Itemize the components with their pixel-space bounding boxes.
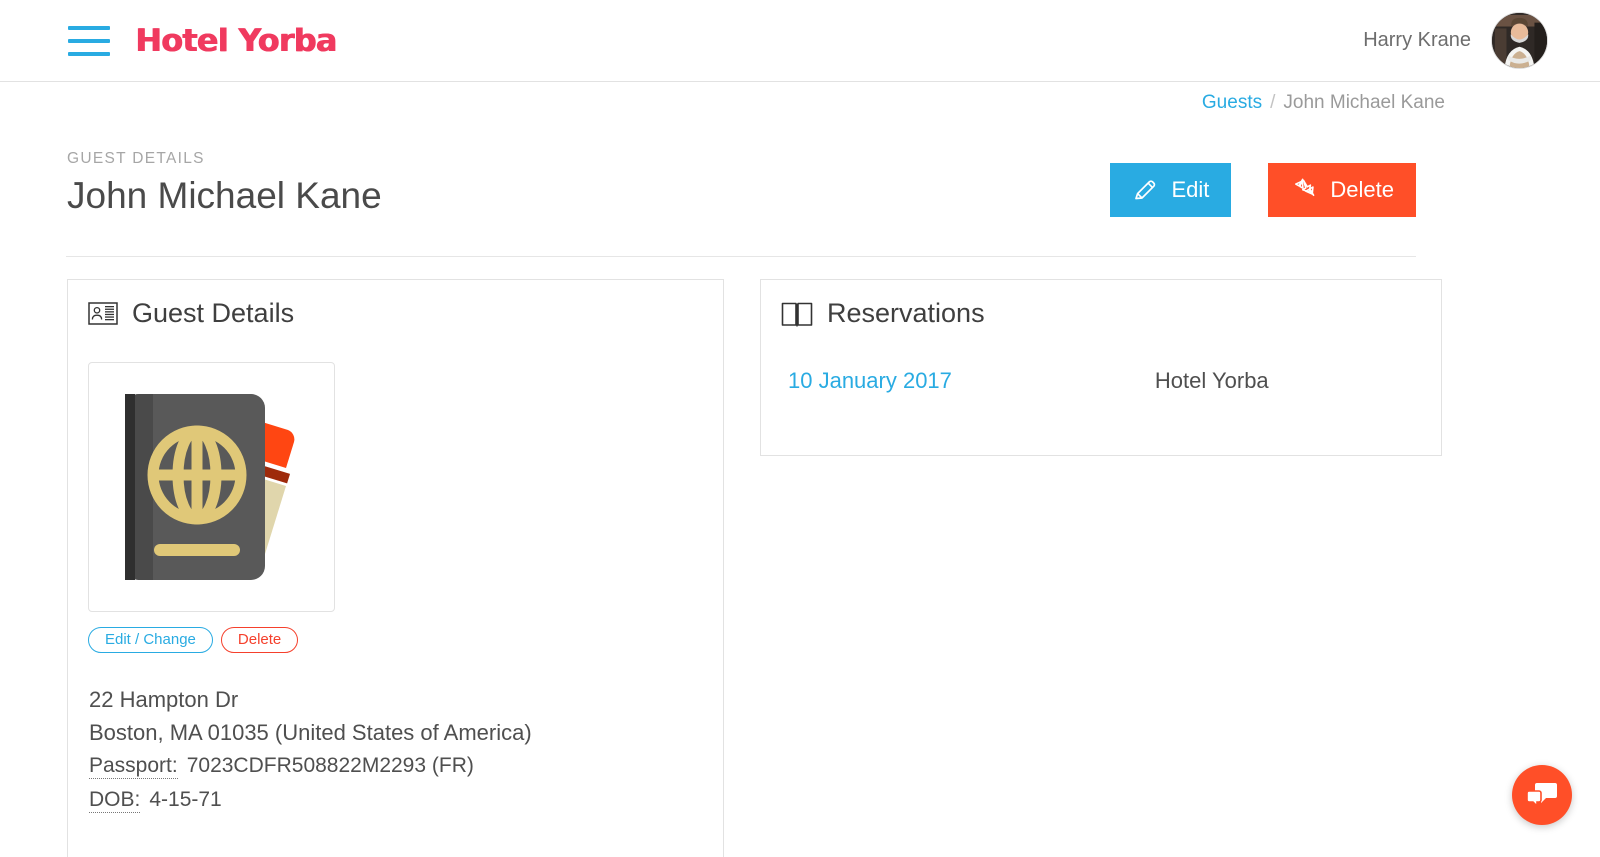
document-image-actions: Edit / Change Delete xyxy=(88,627,299,653)
delete-button[interactable]: Delete xyxy=(1268,163,1416,217)
breadcrumb-separator: / xyxy=(1270,92,1276,113)
guest-passport-value: 7023CDFR508822M2293 (FR) xyxy=(186,754,474,777)
page-root: Hotel Yorba Harry Krane Guests / John Mi… xyxy=(0,0,1600,857)
id-card-icon xyxy=(88,302,118,325)
guest-info-block: 22 Hampton Dr Boston, MA 01035 (United S… xyxy=(89,683,532,817)
edit-button[interactable]: Edit xyxy=(1110,163,1232,217)
page-header-actions: Edit Delete xyxy=(1110,163,1416,217)
reservation-date-link[interactable]: 10 January 2017 xyxy=(788,368,952,394)
top-navigation-bar: Hotel Yorba Harry Krane xyxy=(0,0,1600,82)
avatar[interactable] xyxy=(1491,12,1548,69)
guest-passport-label: Passport: xyxy=(89,754,178,779)
page-header: GUEST DETAILS John Michael Kane Edit Del… xyxy=(67,150,1416,242)
guest-document-thumbnail[interactable] xyxy=(88,362,335,612)
reservations-card: Reservations 10 January 2017 Hotel Yorba xyxy=(760,279,1442,456)
breadcrumb-current: John Michael Kane xyxy=(1283,92,1445,113)
chat-support-button[interactable] xyxy=(1512,765,1572,825)
guest-dob-row: DOB: 4-15-71 xyxy=(89,783,532,817)
page-eyebrow: GUEST DETAILS xyxy=(67,150,205,167)
hamburger-bar xyxy=(68,38,110,43)
guest-passport-row: Passport: 7023CDFR508822M2293 (FR) xyxy=(89,749,532,783)
recycle-icon xyxy=(1295,178,1315,196)
page-title: John Michael Kane xyxy=(67,175,382,216)
guest-dob-label: DOB: xyxy=(89,788,141,813)
hamburger-bar xyxy=(68,51,110,56)
hamburger-menu-icon[interactable] xyxy=(68,25,110,56)
hamburger-bar xyxy=(68,25,110,30)
page-header-titles: GUEST DETAILS John Michael Kane xyxy=(67,150,382,242)
passport-emoji xyxy=(124,394,294,580)
guest-address-line-1: 22 Hampton Dr xyxy=(89,687,239,712)
breadcrumb: Guests / John Michael Kane xyxy=(1202,92,1445,114)
table-row: 10 January 2017 Hotel Yorba xyxy=(788,368,1416,394)
brand-logo[interactable]: Hotel Yorba xyxy=(135,23,337,59)
header-divider xyxy=(66,256,1416,257)
reservations-card-title: Reservations xyxy=(781,298,1441,329)
breadcrumb-link-guests[interactable]: Guests xyxy=(1202,92,1262,114)
delete-image-button[interactable]: Delete xyxy=(220,627,299,653)
guest-details-card-title: Guest Details xyxy=(88,298,723,329)
guest-dob-value: 4-15-71 xyxy=(149,788,222,811)
guest-details-card-title-label: Guest Details xyxy=(132,298,295,328)
pencil-icon xyxy=(1135,180,1156,200)
delete-button-label: Delete xyxy=(1330,177,1394,202)
reservation-hotel-name: Hotel Yorba xyxy=(1154,368,1269,393)
topbar-user-area: Harry Krane xyxy=(1363,12,1548,69)
guest-address-line-2: Boston, MA 01035 (United States of Ameri… xyxy=(89,720,532,745)
reservations-card-title-label: Reservations xyxy=(827,298,985,328)
current-user-name: Harry Krane xyxy=(1363,29,1471,51)
chat-bubbles-icon xyxy=(1526,783,1557,808)
guest-details-card: Guest Details Edit / Change Delete 22 Ha… xyxy=(67,279,724,857)
open-book-icon xyxy=(781,302,813,326)
edit-button-label: Edit xyxy=(1171,177,1210,202)
edit-change-image-button[interactable]: Edit / Change xyxy=(88,627,213,653)
